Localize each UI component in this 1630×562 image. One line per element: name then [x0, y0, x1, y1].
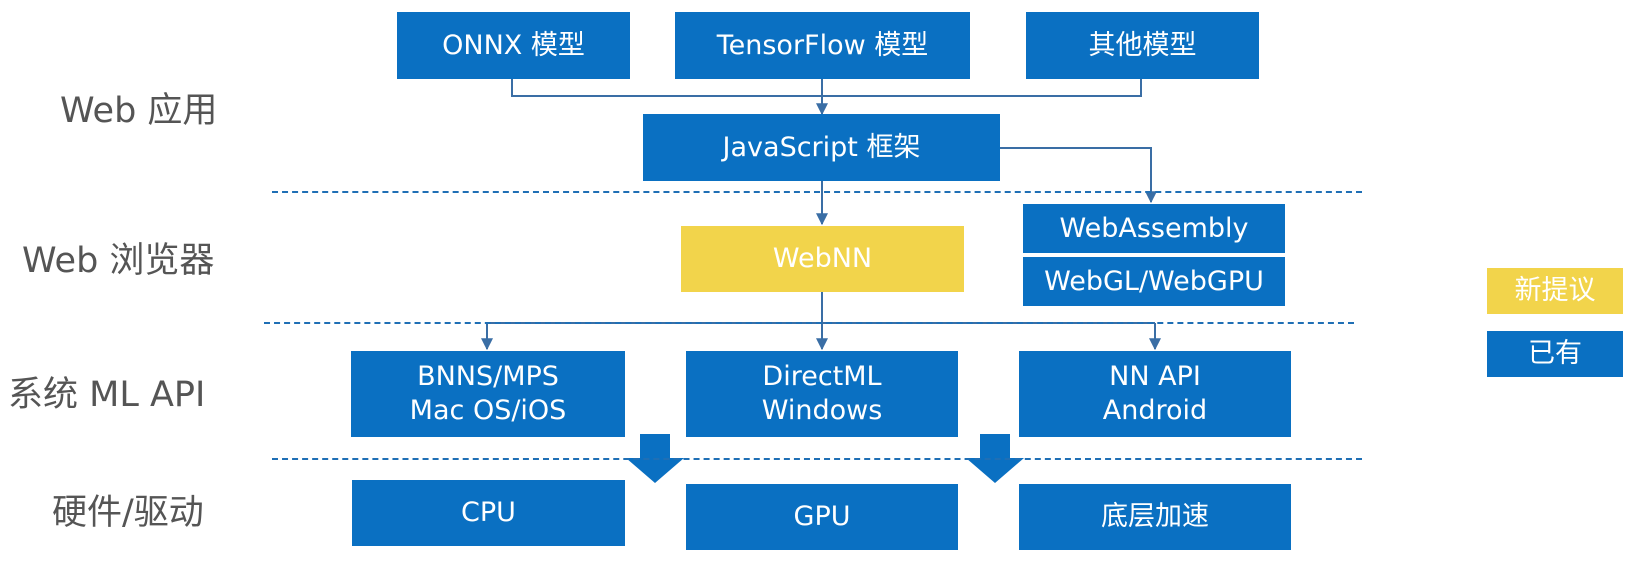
box-javascript-framework: JavaScript 框架 — [643, 114, 1000, 181]
box-gpu-label: GPU — [793, 501, 851, 532]
box-nn-api: NN API Android — [1019, 351, 1291, 437]
divider-app-browser — [272, 191, 1362, 193]
layer-label-web-browser: Web 浏览器 — [22, 241, 215, 281]
divider-browser-system — [264, 322, 1354, 324]
box-directml-line1: DirectML — [762, 361, 882, 392]
layer-label-web-app: Web 应用 — [60, 91, 218, 131]
box-bnns-mps: BNNS/MPS Mac OS/iOS — [351, 351, 625, 437]
box-other-models-label: 其他模型 — [1088, 29, 1197, 61]
legend-new-proposal-label: 新提议 — [1514, 275, 1596, 306]
box-low-level-accel-label: 底层加速 — [1101, 501, 1209, 532]
box-webnn: WebNN — [681, 226, 964, 292]
box-nn-api-line2: Android — [1102, 395, 1208, 426]
connector-models-to-js — [511, 79, 1142, 97]
box-directml-line2: Windows — [761, 395, 883, 426]
box-javascript-framework-label: JavaScript 框架 — [722, 131, 921, 163]
legend-existing-label: 已有 — [1528, 338, 1582, 369]
box-bnns-mps-line2: Mac OS/iOS — [409, 395, 567, 426]
box-gpu: GPU — [686, 484, 958, 550]
box-webgl-webgpu-label: WebGL/WebGPU — [1044, 265, 1264, 297]
arrow-js-to-webassembly — [1000, 147, 1157, 204]
box-tensorflow-model: TensorFlow 模型 — [675, 12, 970, 79]
box-onnx-model: ONNX 模型 — [397, 12, 630, 79]
layer-label-hardware-driver: 硬件/驱动 — [52, 493, 204, 533]
box-bnns-mps-line1: BNNS/MPS — [417, 361, 559, 392]
legend-new-proposal: 新提议 — [1487, 268, 1623, 314]
box-webgl-webgpu: WebGL/WebGPU — [1023, 257, 1285, 306]
box-low-level-accel: 底层加速 — [1019, 484, 1291, 550]
box-other-models: 其他模型 — [1026, 12, 1259, 79]
box-tensorflow-model-label: TensorFlow 模型 — [716, 29, 929, 61]
divider-system-hardware — [272, 458, 1362, 460]
box-webnn-label: WebNN — [772, 243, 873, 274]
box-webassembly: WebAssembly — [1023, 204, 1285, 253]
box-nn-api-line1: NN API — [1109, 361, 1201, 392]
box-onnx-model-label: ONNX 模型 — [442, 29, 585, 61]
box-directml: DirectML Windows — [686, 351, 958, 437]
legend-existing: 已有 — [1487, 331, 1623, 377]
layer-label-system-ml-api: 系统 ML API — [8, 375, 206, 415]
box-cpu-label: CPU — [461, 497, 516, 528]
box-webassembly-label: WebAssembly — [1059, 212, 1249, 244]
box-cpu: CPU — [352, 480, 625, 546]
